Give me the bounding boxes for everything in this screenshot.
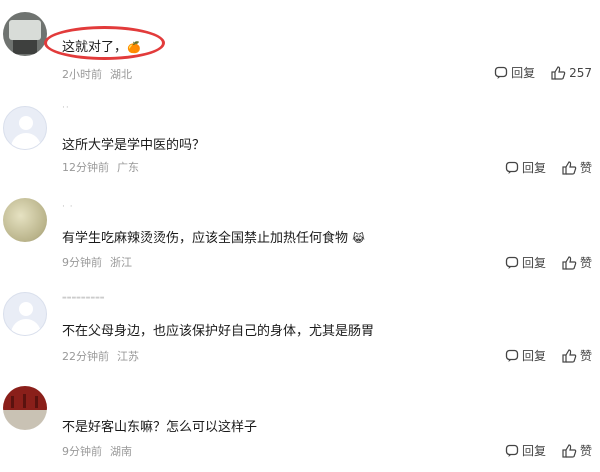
comment-time: 22分钟前 xyxy=(62,350,109,363)
comment-actions: 回复 赞 xyxy=(489,442,592,459)
comment-meta: 9分钟前 浙江 xyxy=(62,254,132,270)
reply-icon xyxy=(505,256,519,269)
reply-button[interactable]: 回复 xyxy=(505,347,546,364)
comment-meta: 12分钟前 广东 xyxy=(62,159,139,175)
comment-location: 湖南 xyxy=(110,445,132,458)
reply-button[interactable]: 回复 xyxy=(505,254,546,271)
emoji-icon: 😹 xyxy=(352,232,366,245)
comment-text: 不是好客山东嘛？怎么可以这样子 xyxy=(62,420,258,435)
comment-text: 这所大学是学中医的吗？ xyxy=(62,138,206,153)
comment-text: 不在父母身边，也应该保护好自己的身体，尤其是肠胃 xyxy=(62,324,375,339)
reply-icon xyxy=(505,349,519,362)
avatar[interactable] xyxy=(3,386,47,430)
avatar[interactable] xyxy=(3,198,47,242)
like-button[interactable]: 赞 xyxy=(562,442,592,459)
avatar[interactable] xyxy=(3,292,47,336)
reply-icon xyxy=(505,161,519,174)
reply-button[interactable]: 回复 xyxy=(505,159,546,176)
thumb-up-icon xyxy=(562,255,577,270)
avatar[interactable] xyxy=(3,12,47,56)
comment-time: 2小时前 xyxy=(62,68,102,81)
comment-location: 广东 xyxy=(117,161,139,174)
reply-icon xyxy=(494,66,508,79)
comment-meta: 9分钟前 湖南 xyxy=(62,443,132,459)
comment-location: 江苏 xyxy=(117,350,139,363)
comment-location: 浙江 xyxy=(110,256,132,269)
highlight-circle xyxy=(44,26,165,60)
comment-actions: 回复 赞 xyxy=(489,159,592,176)
thumb-up-icon xyxy=(551,65,566,80)
like-button[interactable]: 赞 xyxy=(562,159,592,176)
comment-meta: 2小时前 湖北 xyxy=(62,66,132,82)
comment-text: 有学生吃麻辣烫烫伤，应该全国禁止加热任何食物 😹 xyxy=(62,231,366,246)
like-button[interactable]: 赞 xyxy=(562,347,592,364)
username[interactable]: · · xyxy=(62,202,74,212)
comment-actions: 回复 257 xyxy=(478,64,592,81)
thumb-up-icon xyxy=(562,348,577,363)
comment-meta: 22分钟前 江苏 xyxy=(62,348,139,364)
comment-actions: 回复 赞 xyxy=(489,254,592,271)
comment-time: 9分钟前 xyxy=(62,445,102,458)
reply-icon xyxy=(505,444,519,457)
thumb-up-icon xyxy=(562,443,577,458)
avatar[interactable] xyxy=(3,106,47,150)
comment-time: 12分钟前 xyxy=(62,161,109,174)
comment-location: 湖北 xyxy=(110,68,132,81)
thumb-up-icon xyxy=(562,160,577,175)
like-button[interactable]: 赞 xyxy=(562,254,592,271)
reply-button[interactable]: 回复 xyxy=(505,442,546,459)
username[interactable]: ·· xyxy=(62,103,70,113)
reply-button[interactable]: 回复 xyxy=(494,64,535,81)
comment-time: 9分钟前 xyxy=(62,256,102,269)
username[interactable]: ▬▬▬▬▬▬▬▬▬ xyxy=(62,295,105,301)
like-button[interactable]: 257 xyxy=(551,66,592,80)
comment-actions: 回复 赞 xyxy=(489,347,592,364)
